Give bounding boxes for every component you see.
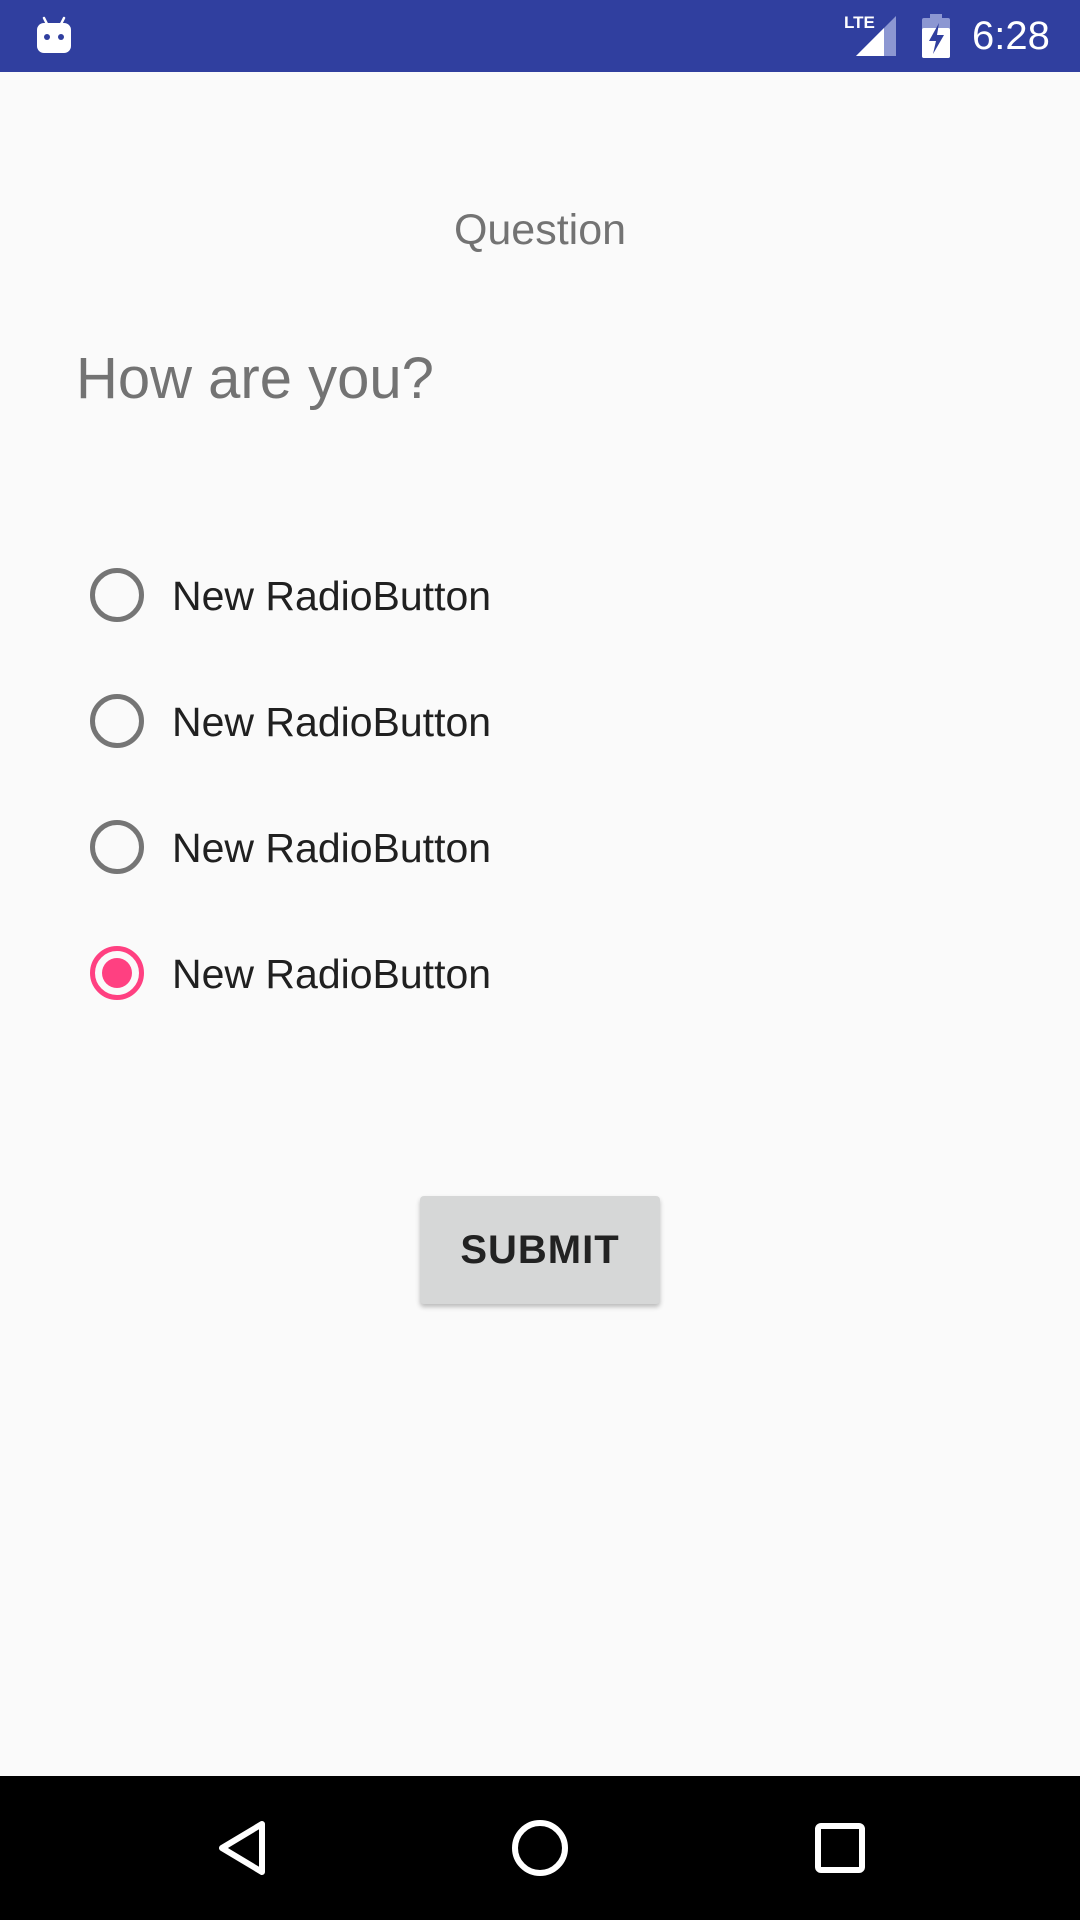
cell-signal-icon: LTE: [844, 13, 896, 56]
navigation-bar: [0, 1776, 1080, 1920]
radio-option-4[interactable]: New RadioButton: [90, 916, 990, 1042]
status-bar: LTE 6:28: [0, 0, 1080, 72]
radio-option-label: New RadioButton: [172, 951, 492, 997]
question-text: How are you?: [76, 346, 434, 411]
screen-header: Question: [453, 206, 627, 254]
radio-unchecked-icon[interactable]: [90, 820, 144, 874]
back-triangle-icon: [219, 1821, 265, 1875]
nav-back-button[interactable]: [206, 1812, 278, 1884]
radio-unchecked-icon[interactable]: [90, 694, 144, 748]
answer-radio-group: New RadioButton New RadioButton New Radi…: [90, 538, 990, 1042]
recents-square-icon: [815, 1823, 865, 1873]
nav-recents-button[interactable]: [804, 1812, 876, 1884]
submit-button[interactable]: SUBMIT: [420, 1196, 660, 1304]
radio-option-label: New RadioButton: [172, 573, 492, 619]
radio-option-1[interactable]: New RadioButton: [90, 538, 990, 664]
android-debug-icon: [37, 16, 71, 53]
radio-option-2[interactable]: New RadioButton: [90, 664, 990, 790]
home-circle-icon: [512, 1820, 568, 1876]
radio-checked-icon[interactable]: [90, 946, 144, 1000]
network-type-label: LTE: [844, 13, 875, 32]
nav-home-button[interactable]: [504, 1812, 576, 1884]
battery-charging-icon: [922, 14, 950, 58]
radio-option-3[interactable]: New RadioButton: [90, 790, 990, 916]
status-time: 6:28: [972, 14, 1050, 58]
radio-option-label: New RadioButton: [172, 825, 492, 871]
radio-option-label: New RadioButton: [172, 699, 492, 745]
radio-unchecked-icon[interactable]: [90, 568, 144, 622]
question-screen: Question How are you? New RadioButton Ne…: [0, 72, 1080, 1776]
